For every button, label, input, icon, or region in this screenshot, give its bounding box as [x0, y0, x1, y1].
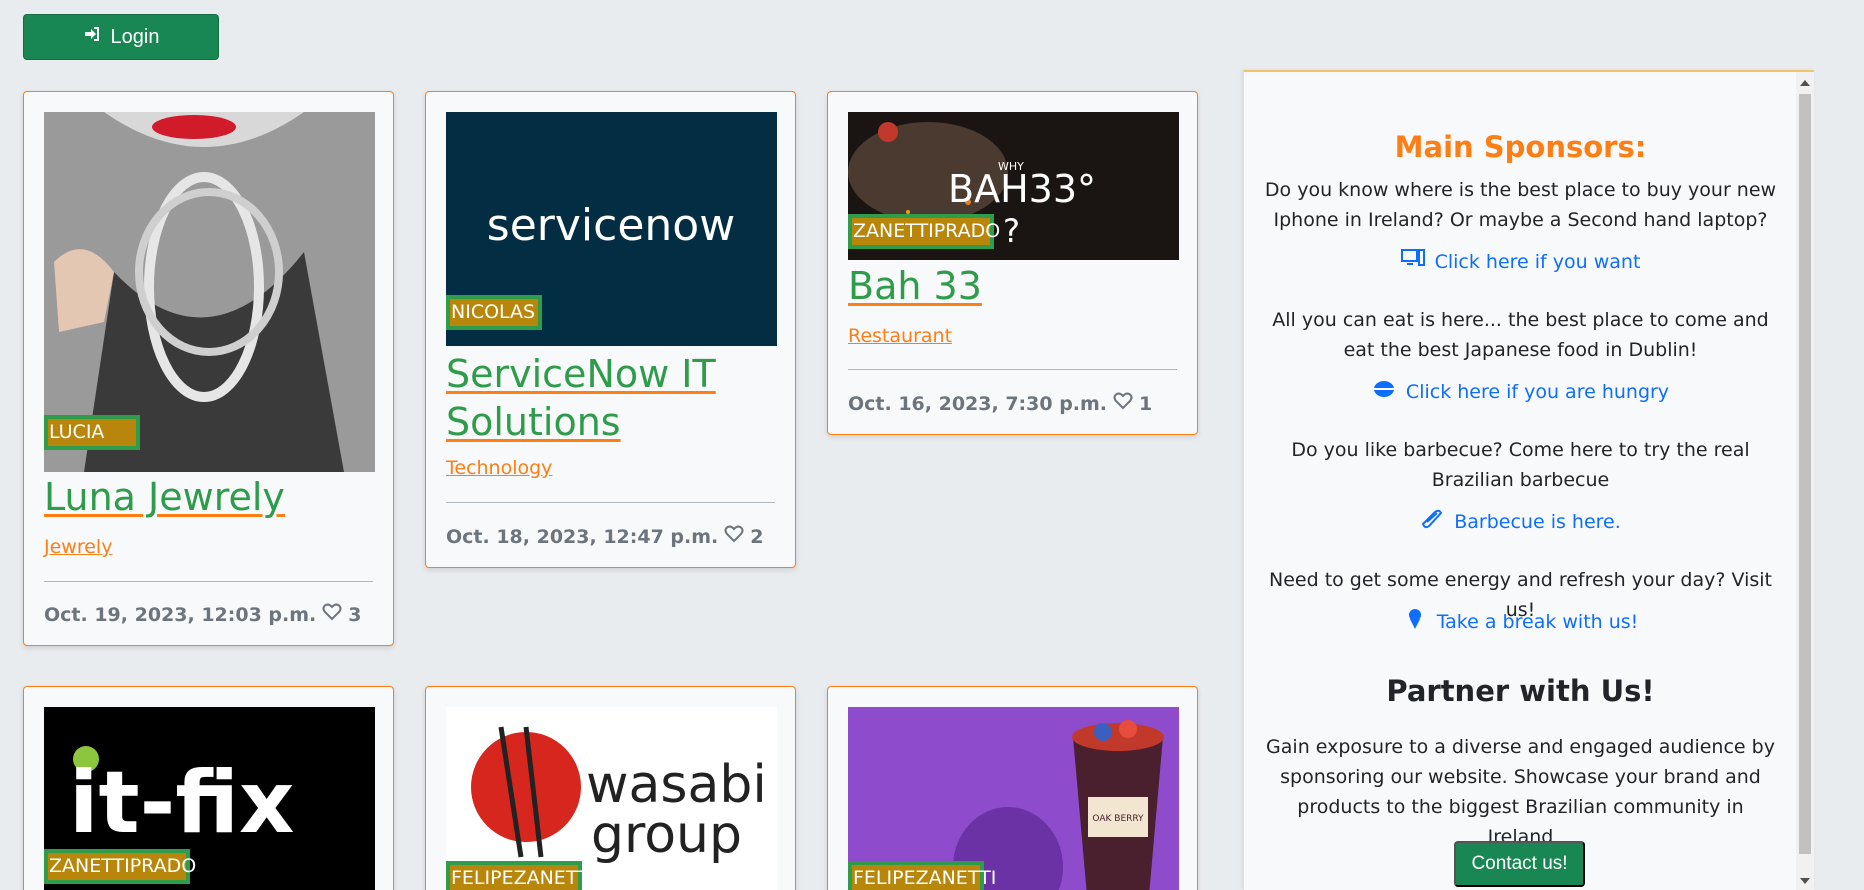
post-card: servicenow NICOLAS ServiceNow IT Solutio… — [425, 91, 796, 568]
sponsors-title: Main Sponsors: — [1394, 130, 1647, 164]
post-title-link[interactable]: ServiceNow IT Solutions — [446, 350, 775, 446]
post-card: wasabi group FELIPEZANETTI — [425, 686, 796, 890]
post-category-link[interactable]: Technology — [446, 457, 552, 479]
bowl-icon — [1372, 378, 1396, 405]
sponsor-text: All you can eat is here... the best plac… — [1272, 309, 1769, 361]
sign-in-icon — [83, 24, 103, 50]
scroll-up-arrow-icon[interactable] — [1800, 80, 1810, 86]
post-card: WHY BAH33° ? ZANETTIPRADO Bah 33 Restaur… — [827, 91, 1198, 435]
like-count: 3 — [348, 603, 362, 626]
divider — [44, 581, 373, 582]
sponsor-link-label: Barbecue is here. — [1454, 510, 1621, 533]
post-card: OAK BERRY FELIPEZANETTI — [827, 686, 1198, 890]
sponsor-link[interactable]: Click here if you are hungry — [1244, 378, 1797, 405]
divider — [848, 369, 1177, 370]
sponsor-link[interactable]: Click here if you want — [1244, 248, 1797, 275]
login-button[interactable]: Login — [23, 14, 219, 60]
post-meta: Oct. 19, 2023, 12:03 p.m. 3 — [44, 602, 361, 627]
post-date: Oct. 19, 2023, 12:03 p.m. — [44, 603, 317, 626]
post-meta: Oct. 16, 2023, 7:30 p.m. 1 — [848, 391, 1152, 416]
svg-text:?: ? — [1003, 212, 1020, 250]
post-date: Oct. 16, 2023, 7:30 p.m. — [848, 392, 1108, 415]
sponsor-link-label: Click here if you want — [1434, 250, 1641, 273]
author-badge: FELIPEZANETTI — [848, 861, 996, 890]
post-category-link[interactable]: Jewrely — [44, 536, 112, 558]
post-meta: Oct. 18, 2023, 12:47 p.m. 2 — [446, 524, 763, 549]
partner-title: Partner with Us! — [1386, 674, 1655, 708]
heart-icon[interactable] — [1113, 391, 1133, 416]
svg-text:it-fix: it-fix — [69, 753, 295, 853]
post-category-link[interactable]: Restaurant — [848, 325, 952, 347]
author-badge: ZANETTIPRADO — [44, 849, 196, 884]
svg-text:BAH33°: BAH33° — [948, 167, 1096, 211]
sponsor-text: Do you know where is the best place to b… — [1264, 179, 1777, 231]
sponsor-link[interactable]: Barbecue is here. — [1244, 508, 1797, 535]
post-title-link[interactable]: Luna Jewrely — [44, 473, 373, 521]
heart-icon[interactable] — [724, 524, 744, 549]
post-title-link[interactable]: Bah 33 — [848, 262, 1177, 310]
computer-icon — [1400, 248, 1425, 275]
heart-icon[interactable] — [322, 602, 342, 627]
post-date: Oct. 18, 2023, 12:47 p.m. — [446, 525, 719, 548]
like-count: 2 — [750, 525, 764, 548]
svg-text:group: group — [591, 805, 742, 865]
post-card: LUCIA Luna Jewrely Jewrely Oct. 19, 2023… — [23, 91, 394, 646]
sponsor-link[interactable]: Take a break with us! — [1244, 608, 1797, 635]
sponsor-link-label: Take a break with us! — [1436, 610, 1639, 633]
sidebar-scrollbar[interactable] — [1796, 72, 1814, 890]
sponsor-link-label: Click here if you are hungry — [1405, 380, 1670, 403]
contact-button[interactable]: Contact us! — [1454, 841, 1585, 887]
author-badge: FELIPEZANETTI — [446, 861, 594, 890]
divider — [446, 502, 775, 503]
author-badge: ZANETTIPRADO — [848, 214, 1000, 249]
partner-text: Gain exposure to a diverse and engaged a… — [1266, 736, 1775, 848]
grill-icon — [1420, 508, 1444, 535]
scroll-thumb[interactable] — [1799, 94, 1811, 854]
like-count: 1 — [1139, 392, 1153, 415]
author-badge: NICOLAS — [446, 295, 542, 330]
post-card: it-fix ZANETTIPRADO — [23, 686, 394, 890]
author-badge: LUCIA — [44, 415, 140, 450]
sponsors-sidebar: Main Sponsors: Do you know where is the … — [1243, 70, 1814, 890]
svg-text:OAK BERRY: OAK BERRY — [1092, 814, 1144, 824]
scroll-down-arrow-icon[interactable] — [1800, 878, 1810, 884]
ice-cream-icon — [1403, 608, 1427, 635]
svg-text:servicenow: servicenow — [487, 200, 735, 251]
login-label: Login — [110, 25, 160, 48]
sponsor-text: Do you like barbecue? Come here to try t… — [1291, 439, 1750, 491]
